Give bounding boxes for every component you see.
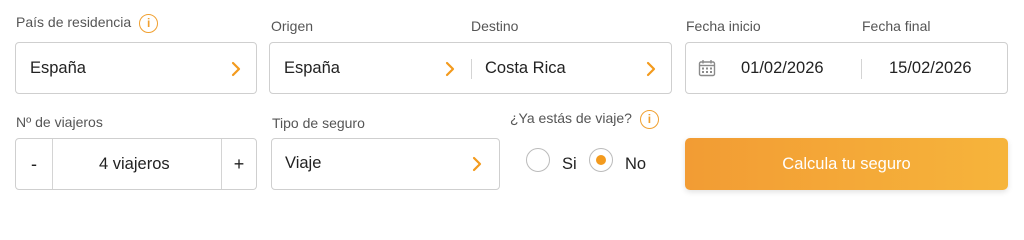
start-date-value[interactable]: 01/02/2026 [741, 59, 824, 78]
destination-value: Costa Rica [485, 59, 566, 77]
radio-no-label[interactable]: No [625, 155, 646, 174]
info-icon[interactable]: i [139, 14, 159, 33]
residence-label: País de residencia i [16, 14, 159, 33]
travelers-stepper: - 4 viajeros + [15, 138, 257, 190]
insurance-type-select[interactable]: Viaje [271, 138, 500, 190]
already-traveling-label: ¿Ya estás de viaje? i [510, 110, 659, 129]
radio-yes[interactable] [526, 148, 550, 172]
calendar-icon [698, 60, 716, 77]
chevron-right-icon [646, 61, 656, 77]
already-traveling-label-text: ¿Ya estás de viaje? [510, 110, 632, 127]
date-range-input[interactable]: 01/02/2026 15/02/2026 [685, 42, 1008, 94]
origin-value: España [284, 59, 340, 77]
chevron-right-icon [445, 61, 455, 77]
radio-yes-label[interactable]: Si [562, 155, 577, 174]
increment-button[interactable]: + [221, 139, 257, 189]
route-select[interactable]: España Costa Rica [269, 42, 672, 94]
chevron-right-icon [231, 61, 241, 77]
chevron-right-icon [472, 156, 482, 172]
residence-select[interactable]: España [15, 42, 257, 94]
end-date-label: Fecha final [862, 18, 931, 34]
calculate-insurance-button[interactable]: Calcula tu seguro [685, 138, 1008, 190]
route-divider [471, 59, 472, 79]
date-divider [861, 59, 862, 79]
insurance-type-value: Viaje [285, 154, 322, 172]
residence-value: España [30, 59, 86, 77]
travelers-value: 4 viajeros [99, 155, 170, 173]
origin-label: Origen [271, 18, 314, 34]
destination-label: Destino [471, 18, 519, 34]
radio-no[interactable] [589, 148, 613, 172]
info-icon[interactable]: i [639, 110, 659, 129]
travelers-label: Nº de viajeros [16, 114, 103, 130]
decrement-button[interactable]: - [16, 139, 52, 189]
residence-label-text: País de residencia [16, 14, 132, 31]
end-date-value[interactable]: 15/02/2026 [889, 59, 972, 78]
start-date-label: Fecha inicio [686, 18, 761, 34]
stepper-divider [52, 139, 53, 189]
insurance-type-label: Tipo de seguro [272, 115, 365, 131]
